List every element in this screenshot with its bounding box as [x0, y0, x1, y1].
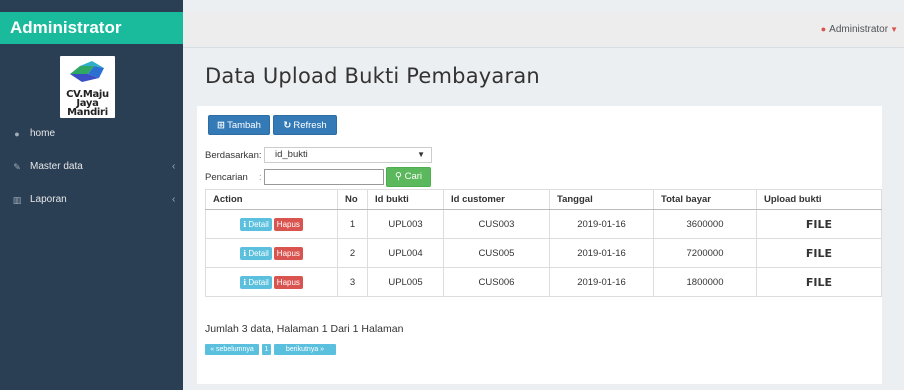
- table-row: ℹ Detail Hapus 3 UPL005 CUS006 2019-01-16…: [205, 267, 882, 297]
- logo-shape-icon: [70, 61, 104, 82]
- user-menu[interactable]: ● Administrator ▼: [821, 24, 898, 35]
- filter-by-select[interactable]: id_bukti ▼: [264, 147, 432, 163]
- data-table: Action No Id bukti Id customer Tanggal T…: [205, 189, 882, 297]
- cell-id-bukti: UPL005: [367, 267, 444, 297]
- detail-button[interactable]: ℹ Detail: [240, 217, 272, 231]
- cell-tanggal: 2019-01-16: [549, 209, 654, 239]
- add-button[interactable]: ⊞ Tambah: [208, 115, 270, 135]
- row-actions: ℹ Detail Hapus: [205, 238, 338, 268]
- search-icon: ⚲: [394, 171, 402, 182]
- cell-total-bayar: 3600000: [653, 209, 757, 239]
- col-header-action: Action: [205, 189, 338, 210]
- plus-square-icon: ⊞: [217, 120, 226, 131]
- detail-button[interactable]: ℹ Detail: [240, 246, 272, 260]
- row-actions: ℹ Detail Hapus: [205, 267, 338, 297]
- detail-button[interactable]: ℹ Detail: [240, 275, 272, 289]
- cell-total-bayar: 7200000: [653, 238, 757, 268]
- search-button[interactable]: ⚲ Cari: [386, 167, 431, 187]
- top-navbar: ● Administrator ▼: [183, 12, 904, 48]
- page-1-button[interactable]: 1: [262, 344, 271, 355]
- delete-button[interactable]: Hapus: [273, 275, 303, 289]
- info-icon: ℹ: [243, 277, 247, 287]
- user-icon: ●: [820, 24, 827, 34]
- cell-id-customer: CUS006: [443, 267, 550, 297]
- cell-total-bayar: 1800000: [653, 267, 757, 297]
- table-row: ℹ Detail Hapus 1 UPL003 CUS003 2019-01-16…: [205, 209, 882, 239]
- col-header-no: No: [337, 189, 368, 210]
- table-header-row: Action No Id bukti Id customer Tanggal T…: [205, 189, 882, 210]
- refresh-button[interactable]: ↻ Refresh: [273, 115, 337, 135]
- next-page-button[interactable]: berikutnya »: [274, 344, 336, 355]
- dropdown-arrow-icon: ▼: [417, 150, 425, 159]
- brand-title[interactable]: Administrator: [0, 12, 183, 44]
- sidebar-item-home[interactable]: ● home: [0, 124, 183, 144]
- search-input[interactable]: [264, 169, 384, 185]
- user-name: Administrator: [829, 24, 889, 35]
- cell-tanggal: 2019-01-16: [549, 238, 654, 268]
- cell-tanggal: 2019-01-16: [549, 267, 654, 297]
- file-link[interactable]: FILE: [756, 209, 882, 239]
- filter-by-label: Berdasarkan:: [205, 150, 262, 161]
- delete-button[interactable]: Hapus: [273, 246, 303, 260]
- file-link[interactable]: FILE: [756, 267, 882, 297]
- caret-down-icon: ▼: [890, 25, 898, 34]
- table-row: ℹ Detail Hapus 2 UPL004 CUS005 2019-01-16…: [205, 238, 882, 268]
- file-link[interactable]: FILE: [756, 238, 882, 268]
- col-header-upload-bukti: Upload bukti: [756, 189, 882, 210]
- chevron-left-icon: ‹: [172, 194, 176, 205]
- cell-id-customer: CUS005: [443, 238, 550, 268]
- cell-no: 2: [337, 238, 368, 268]
- sidebar-item-label: Laporan: [30, 194, 67, 205]
- logo-text: CV.Maju Jaya Mandiri: [66, 89, 109, 118]
- cell-no: 1: [337, 209, 368, 239]
- sidebar-item-master-data[interactable]: ✎ Master data ‹: [0, 157, 183, 177]
- col-header-tanggal: Tanggal: [549, 189, 654, 210]
- col-header-id-customer: Id customer: [443, 189, 550, 210]
- cell-id-bukti: UPL004: [367, 238, 444, 268]
- search-button-label: Cari: [404, 171, 423, 182]
- chart-icon: ▥: [12, 195, 22, 205]
- sidebar: Administrator CV.Maju Jaya Mandiri ● home…: [0, 0, 183, 390]
- cell-no: 3: [337, 267, 368, 297]
- add-button-label: Tambah: [227, 120, 261, 131]
- pagination-summary: Jumlah 3 data, Halaman 1 Dari 1 Halaman: [205, 323, 404, 335]
- chevron-left-icon: ‹: [172, 161, 176, 172]
- filter-by-value: id_bukti: [275, 149, 308, 160]
- cell-id-bukti: UPL003: [367, 209, 444, 239]
- page-title: Data Upload Bukti Pembayaran: [205, 64, 540, 88]
- company-logo: CV.Maju Jaya Mandiri: [60, 56, 115, 118]
- edit-icon: ✎: [13, 162, 21, 172]
- col-header-total-bayar: Total bayar: [653, 189, 757, 210]
- info-icon: ℹ: [243, 248, 247, 258]
- cell-id-customer: CUS003: [443, 209, 550, 239]
- dashboard-icon: ●: [14, 129, 20, 139]
- row-actions: ℹ Detail Hapus: [205, 209, 338, 239]
- col-header-id-bukti: Id bukti: [367, 189, 444, 210]
- sidebar-item-label: home: [30, 128, 56, 139]
- refresh-button-label: Refresh: [293, 120, 327, 131]
- sidebar-item-laporan[interactable]: ▥ Laporan ‹: [0, 190, 183, 210]
- prev-page-button[interactable]: « sebelumnya: [205, 344, 259, 355]
- search-input-edge: :: [259, 172, 262, 183]
- search-label: Pencarian: [205, 172, 248, 183]
- sidebar-item-label: Master data: [30, 161, 83, 172]
- delete-button[interactable]: Hapus: [273, 217, 303, 231]
- info-icon: ℹ: [243, 219, 247, 229]
- refresh-icon: ↻: [283, 120, 292, 131]
